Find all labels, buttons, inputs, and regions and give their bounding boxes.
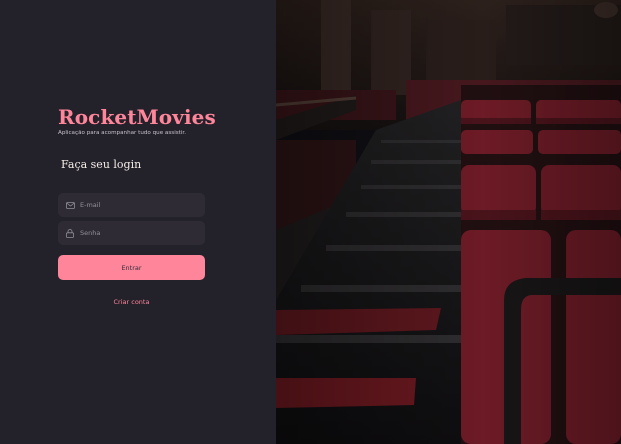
password-input[interactable] (80, 229, 195, 237)
brand-title: RocketMovies (58, 105, 216, 129)
email-input[interactable] (80, 201, 195, 209)
cinema-background-image (276, 0, 621, 444)
mail-icon (65, 200, 75, 210)
password-field[interactable] (58, 221, 205, 245)
email-field[interactable] (58, 193, 205, 217)
brand-tagline: Aplicação para acompanhar tudo que assis… (58, 130, 186, 136)
create-account-link[interactable]: Criar conta (58, 298, 205, 306)
lock-icon (65, 228, 75, 238)
login-button[interactable]: Entrar (58, 255, 205, 280)
login-title: Faça seu login (61, 158, 142, 171)
